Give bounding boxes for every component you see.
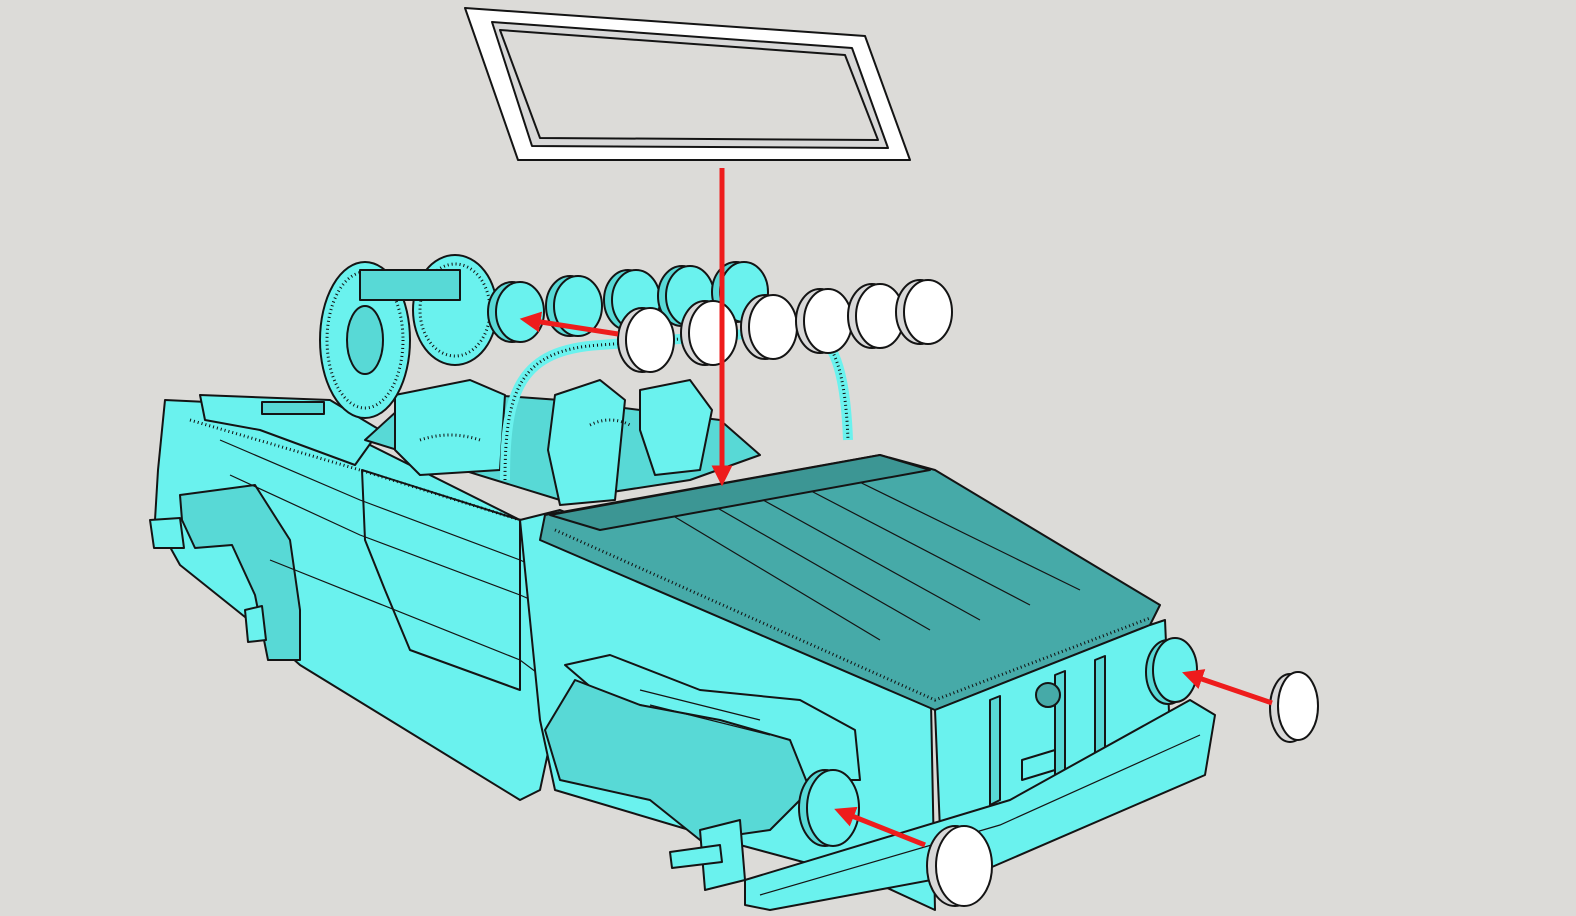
mounted-lamp bbox=[487, 281, 545, 343]
modeling-viewport[interactable] bbox=[0, 0, 1576, 916]
rear-seat bbox=[394, 379, 506, 476]
rear-bumper-tab bbox=[149, 517, 185, 549]
front-right-headlight-mounted bbox=[1145, 637, 1198, 705]
spare-tire-1-rim bbox=[346, 305, 384, 375]
detached-lamp[interactable] bbox=[740, 294, 798, 360]
grille-slot-1 bbox=[989, 695, 1001, 806]
front-left-headlight-mounted bbox=[798, 769, 860, 847]
detached-lamp[interactable] bbox=[617, 307, 675, 373]
front-emblem bbox=[1035, 682, 1061, 708]
front-seat-left bbox=[547, 379, 626, 506]
front-seat-right bbox=[639, 379, 713, 476]
vehicle-body bbox=[149, 379, 1216, 911]
detached-lamp[interactable] bbox=[895, 279, 953, 345]
assembly-diagram bbox=[149, 7, 1319, 911]
windshield-frame[interactable] bbox=[464, 7, 911, 161]
deck-hatch bbox=[261, 401, 325, 415]
rear-hitch bbox=[244, 605, 267, 643]
detached-lamp[interactable] bbox=[795, 288, 853, 354]
front-right-headlight[interactable] bbox=[1269, 671, 1319, 743]
front-left-headlight[interactable] bbox=[926, 825, 993, 907]
tire-strap bbox=[359, 269, 461, 301]
detached-lamp[interactable] bbox=[680, 300, 738, 366]
right-headlight-arrow bbox=[1182, 669, 1273, 706]
